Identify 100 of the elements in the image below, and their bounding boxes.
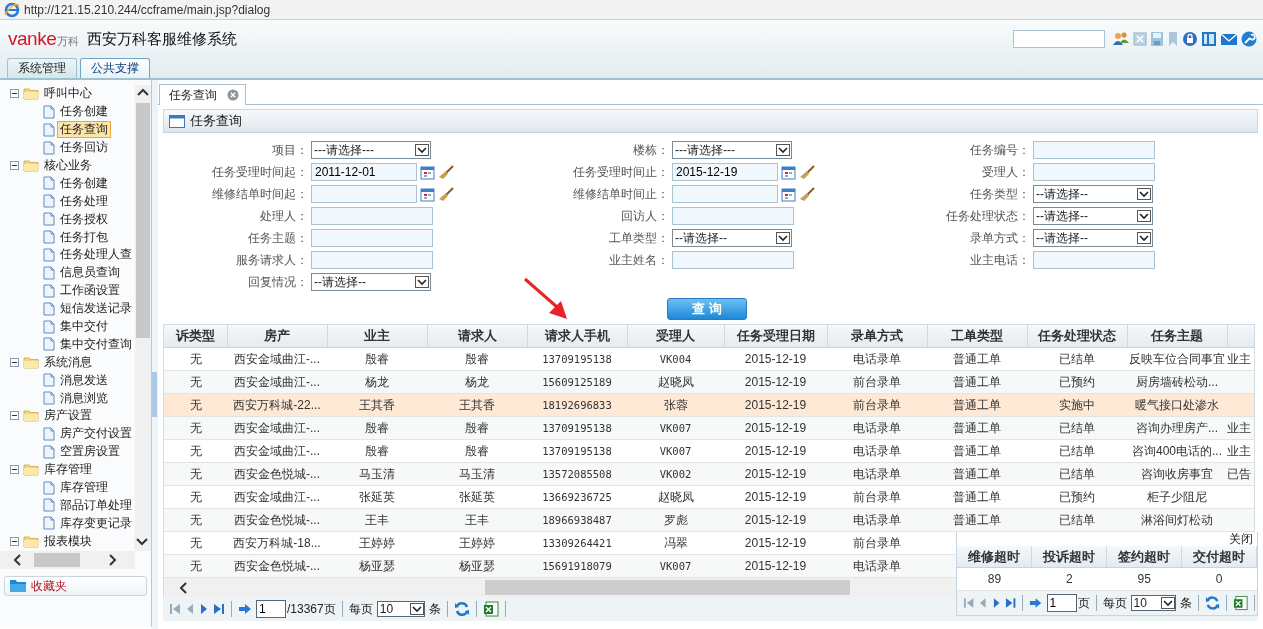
table-row[interactable]: 无 西安金域曲江-... 杨龙 杨龙 15609125189 赵晓凤 2015-12-19 前台录单 普通工单 已预约 厨房墙砖松动... <box>164 370 1254 394</box>
column-header[interactable]: 诉类型 <box>164 325 227 348</box>
tree-item[interactable]: 集中交付 <box>57 318 111 335</box>
people-icon[interactable] <box>1112 31 1130 47</box>
search-field[interactable] <box>1013 30 1105 48</box>
wrench-icon[interactable] <box>1241 31 1257 47</box>
tree-item[interactable]: 任务处理人查 <box>57 246 135 264</box>
column-header[interactable]: 请求人 <box>427 325 527 348</box>
scroll-down-icon[interactable] <box>134 535 150 549</box>
column-header[interactable]: 录单方式 <box>827 325 927 348</box>
text-field[interactable] <box>311 207 433 225</box>
text-field[interactable] <box>1033 141 1155 159</box>
tree-item[interactable]: 任务查询 <box>57 121 111 139</box>
text-field[interactable] <box>311 251 433 269</box>
column-header[interactable]: 房产 <box>227 325 327 348</box>
toggle-icon[interactable] <box>10 357 19 367</box>
page-field[interactable]: 1 <box>1046 594 1077 612</box>
refresh-icon[interactable] <box>453 601 470 617</box>
toggle-icon[interactable] <box>10 411 19 421</box>
next-page-icon[interactable] <box>991 596 1002 610</box>
tree-folder[interactable]: 系统消息 <box>41 353 95 371</box>
column-header[interactable]: 任务处理状态 <box>1027 325 1127 348</box>
tree-folder[interactable]: 报表模块 <box>41 532 95 550</box>
table-row[interactable]: 无 西安金域曲江-... 殷睿 殷睿 13709195138 VK004 2015-12-19 电话录单 普通工单 已结单 反映车位合同事宜 业主 <box>164 347 1254 371</box>
text-field[interactable] <box>672 207 794 225</box>
tree-item[interactable]: 房产交付设置 <box>57 425 135 443</box>
nav-tab[interactable]: 系统管理 <box>7 58 77 78</box>
last-page-icon[interactable] <box>1005 596 1017 610</box>
column-header[interactable]: 受理人 <box>627 325 724 348</box>
nav-tab[interactable]: 公共支撑 <box>80 58 150 78</box>
table-row[interactable]: 无 西安万科城-22... 王其香 王其香 18192696833 张蓉 2015-12-19 前台录单 普通工单 实施中 暖气接口处渗水 <box>164 393 1254 417</box>
refresh-icon[interactable] <box>1204 595 1220 611</box>
tree-item[interactable]: 信息员查询 <box>57 264 123 282</box>
lock-icon[interactable] <box>1182 31 1198 47</box>
collapse-handle[interactable] <box>152 372 157 417</box>
toggle-icon[interactable] <box>10 161 19 170</box>
spreadsheet-icon[interactable] <box>1232 595 1249 611</box>
date-field[interactable]: 2015-12-19 <box>672 163 778 181</box>
tree-item[interactable]: 短信发送记录 <box>57 300 135 318</box>
page-tab[interactable]: 任务查询 <box>159 84 246 105</box>
table-row[interactable]: 无 西安金域曲江-... 殷睿 殷睿 13709195138 VK007 2015-12-19 电话录单 普通工单 已结单 咨询办理房产... 业主 <box>164 416 1254 440</box>
text-field[interactable] <box>1033 163 1155 181</box>
text-field[interactable] <box>1033 251 1155 269</box>
text-field[interactable] <box>672 251 794 269</box>
column-header[interactable]: 请求人手机 <box>527 325 627 348</box>
date-field[interactable] <box>311 185 417 203</box>
arrow-icon[interactable] <box>238 602 252 616</box>
tree-folder[interactable]: 房产设置 <box>41 407 95 425</box>
vertical-scrollbar[interactable] <box>135 85 151 551</box>
horizontal-scrollbar[interactable] <box>0 551 135 569</box>
tree-folder[interactable]: 呼叫中心 <box>41 85 95 103</box>
broom-icon[interactable] <box>799 186 815 202</box>
dropdown[interactable]: --请选择-- <box>1033 207 1153 225</box>
toggle-icon[interactable] <box>10 536 19 546</box>
dropdown[interactable]: --请选择-- <box>672 229 792 247</box>
tree-item[interactable]: 空置房设置 <box>57 443 123 461</box>
close-icon[interactable] <box>227 89 239 101</box>
dropdown[interactable]: --请选择-- <box>311 273 431 291</box>
calendar-icon[interactable] <box>420 186 435 202</box>
tree-item[interactable]: 任务创建 <box>57 174 111 192</box>
calendar-icon[interactable] <box>781 186 796 202</box>
column-header[interactable]: 业主 <box>327 325 427 348</box>
broom-icon[interactable] <box>438 186 454 202</box>
tree-item[interactable]: 工作函设置 <box>57 282 123 300</box>
dropdown[interactable]: ---请选择--- <box>311 141 431 159</box>
column-header[interactable]: 工单类型 <box>927 325 1027 348</box>
tree-item[interactable]: 任务授权 <box>57 210 111 228</box>
text-field[interactable] <box>311 229 433 247</box>
last-page-icon[interactable] <box>213 602 225 616</box>
tree-item[interactable]: 库存变更记录 <box>57 514 135 532</box>
tree-item[interactable]: 消息浏览 <box>57 389 111 407</box>
toggle-icon[interactable] <box>10 465 19 475</box>
dropdown[interactable]: --请选择-- <box>1033 229 1153 247</box>
close-link[interactable]: 关闭 <box>957 532 1257 546</box>
broom-icon[interactable] <box>438 164 454 180</box>
mail-icon[interactable] <box>1220 31 1238 47</box>
dropdown[interactable]: ---请选择--- <box>672 141 792 159</box>
calendar-icon[interactable] <box>781 164 796 180</box>
tree-item[interactable]: 部品订单处理 <box>57 496 135 514</box>
table-row[interactable]: 无 西安金域曲江-... 张延英 张延英 13669236725 赵晓凤 2015-12-19 前台录单 普通工单 已预约 柜子少阻尼 <box>164 485 1254 509</box>
table-row[interactable]: 无 西安金色悦城-... 马玉清 马玉清 13572085508 VK002 2015-12-19 电话录单 普通工单 已结单 咨询收房事宜 已告 <box>164 462 1254 486</box>
date-field[interactable]: 2011-12-01 <box>311 163 417 181</box>
tree-item[interactable]: 任务创建 <box>57 103 111 121</box>
table-row[interactable]: 无 西安金域曲江-... 殷睿 殷睿 13709195138 VK007 2015-12-19 电话录单 普通工单 已结单 咨询400电话的... 业主 <box>164 439 1254 463</box>
save-icon[interactable] <box>1150 31 1164 47</box>
tree-item[interactable]: 集中交付查询 <box>57 335 135 353</box>
column-header[interactable]: 任务受理日期 <box>724 325 827 348</box>
table-row[interactable]: 无 西安金色悦城-... 王丰 王丰 18966938487 罗彪 2015-12-19 电话录单 普通工单 已结单 淋浴间灯松动 <box>164 508 1254 532</box>
tree-item[interactable]: 消息发送 <box>57 371 111 389</box>
tree-item[interactable]: 任务回访 <box>57 139 111 157</box>
panel-icon[interactable] <box>1201 31 1217 47</box>
tree-folder[interactable]: 核心业务 <box>41 157 95 174</box>
calendar-icon[interactable] <box>420 164 435 180</box>
arrow-icon[interactable] <box>1029 596 1043 610</box>
favorites-panel[interactable]: 收藏夹 <box>4 576 147 596</box>
column-header[interactable]: 任务主题 <box>1127 325 1227 348</box>
dropdown[interactable]: --请选择-- <box>1033 185 1153 203</box>
per-page-dropdown[interactable]: 10 <box>376 601 425 617</box>
toggle-icon[interactable] <box>10 89 19 99</box>
next-page-icon[interactable] <box>199 602 209 616</box>
